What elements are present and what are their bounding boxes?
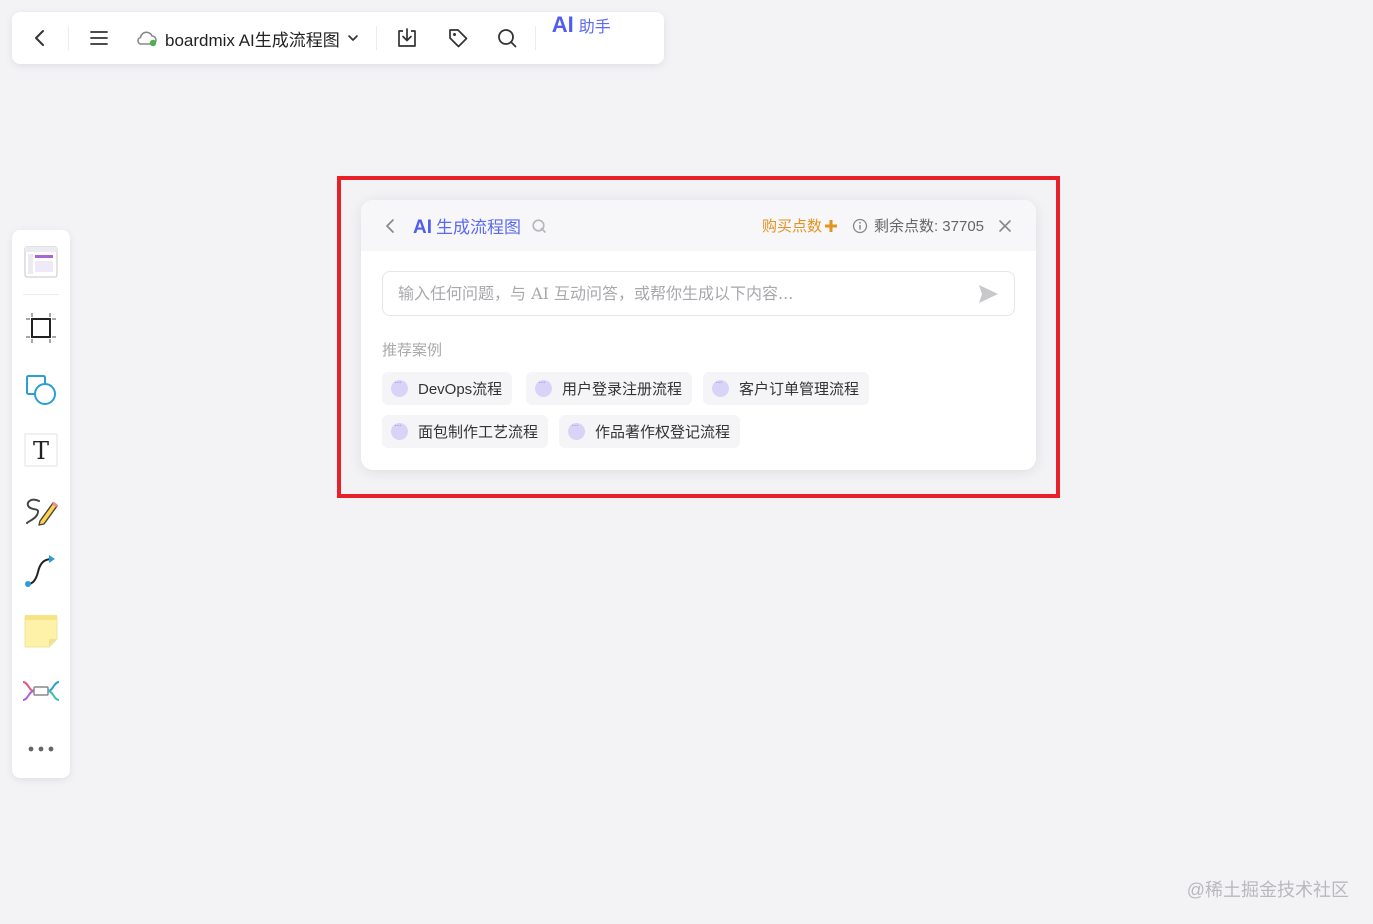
- top-toolbar: boardmix AI生成流程图 AI 助手: [12, 12, 664, 64]
- connector-tool[interactable]: [12, 546, 70, 596]
- more-tools-button[interactable]: [12, 724, 70, 774]
- panel-header: AI 生成流程图 购买点数 剩余点数: 37705: [361, 200, 1036, 251]
- document-title: boardmix AI生成流程图: [165, 30, 340, 50]
- ai-assistant-label: 助手: [578, 19, 611, 36]
- ai-logo-text: AI: [413, 216, 432, 238]
- prompt-input-box: [382, 271, 1015, 316]
- info-icon: [852, 218, 868, 233]
- svg-text:T: T: [33, 437, 49, 465]
- remaining-points-text: 剩余点数: 37705: [873, 218, 984, 235]
- back-icon: [35, 30, 44, 46]
- pen-icon: [26, 498, 58, 526]
- chat-bubble-icon: [391, 377, 408, 397]
- send-icon[interactable]: [977, 283, 999, 305]
- tag-button[interactable]: [433, 12, 483, 64]
- case-chip-label: DevOps流程: [418, 381, 503, 398]
- plus-icon: [824, 219, 837, 232]
- tag-icon: [448, 29, 468, 48]
- shape-tool[interactable]: [12, 365, 70, 415]
- download-button[interactable]: [381, 12, 433, 64]
- menu-icon: [90, 31, 108, 45]
- case-chip-label: 用户登录注册流程: [562, 381, 683, 398]
- text-icon: T: [24, 433, 58, 467]
- watermark: @稀土掘金技术社区: [1186, 880, 1349, 900]
- chat-bubble-icon: [535, 377, 552, 397]
- shape-icon: [26, 375, 56, 405]
- chat-bubble-icon: [391, 420, 408, 440]
- template-tool[interactable]: [12, 237, 70, 287]
- cloud-sync-icon: [137, 31, 157, 47]
- recommend-label: 推荐案例: [382, 342, 443, 359]
- buy-points-button[interactable]: 购买点数: [762, 215, 838, 236]
- text-tool[interactable]: T: [12, 425, 70, 475]
- case-chip[interactable]: 用户登录注册流程: [526, 372, 693, 405]
- prompt-input[interactable]: [398, 284, 977, 303]
- document-title-dropdown[interactable]: boardmix AI生成流程图: [129, 12, 376, 64]
- search-button[interactable]: [483, 12, 531, 64]
- toolbar-divider: [375, 26, 377, 50]
- more-icon: [28, 746, 54, 752]
- pen-tool[interactable]: [12, 486, 70, 536]
- mindmap-icon: [22, 681, 60, 701]
- ai-flowchart-panel: AI 生成流程图 购买点数 剩余点数: 37705 推荐案例 DevOps流程 …: [361, 200, 1036, 470]
- case-chip[interactable]: 面包制作工艺流程: [382, 415, 549, 448]
- case-chip[interactable]: DevOps流程: [382, 372, 513, 405]
- back-icon[interactable]: [383, 218, 399, 234]
- connector-icon: [25, 555, 55, 587]
- chat-bubble-icon: [568, 420, 585, 440]
- sidebar-divider: [23, 294, 59, 295]
- frame-icon: [26, 313, 56, 343]
- download-icon: [397, 28, 416, 47]
- search-icon: [497, 29, 517, 48]
- panel-title-text: 生成流程图: [436, 217, 521, 237]
- chat-bubble-icon: [712, 377, 729, 397]
- panel-header-actions: 购买点数 剩余点数: 37705: [762, 200, 1012, 251]
- menu-button[interactable]: [69, 12, 129, 64]
- case-chip-label: 作品著作权登记流程: [595, 424, 731, 441]
- remaining-points: 剩余点数: 37705: [852, 215, 984, 236]
- close-icon[interactable]: [998, 219, 1012, 233]
- frame-tool[interactable]: [12, 303, 70, 353]
- panel-title: AI 生成流程图: [413, 213, 547, 239]
- sticky-note-tool[interactable]: [12, 606, 70, 656]
- case-chip-label: 面包制作工艺流程: [418, 424, 539, 441]
- sticky-note-icon: [24, 615, 58, 648]
- chevron-down-icon: [347, 35, 358, 41]
- case-chip[interactable]: 客户订单管理流程: [703, 372, 870, 405]
- buy-points-label: 购买点数: [761, 218, 822, 235]
- mindmap-tool[interactable]: [12, 666, 70, 716]
- tool-sidebar: T: [12, 230, 70, 778]
- case-chip-label: 客户订单管理流程: [739, 381, 860, 398]
- template-icon: [24, 246, 58, 278]
- back-button[interactable]: [12, 12, 68, 64]
- ai-logo-text: AI: [551, 12, 574, 37]
- help-search-icon[interactable]: [531, 218, 547, 234]
- ai-assistant-button[interactable]: AI 助手: [536, 12, 625, 64]
- case-chip[interactable]: 作品著作权登记流程: [559, 415, 741, 448]
